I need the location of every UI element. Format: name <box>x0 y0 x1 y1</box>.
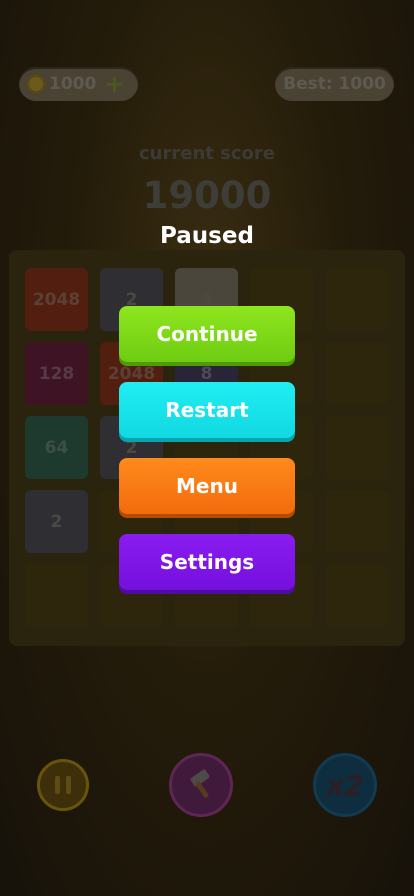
coin-icon <box>27 75 45 93</box>
board-cell <box>25 564 88 627</box>
current-score-value: 19000 <box>142 174 272 217</box>
settings-button[interactable]: Settings <box>119 534 295 590</box>
board-cell <box>325 416 388 479</box>
coin-count: 1000 <box>49 74 97 94</box>
double-powerup-button[interactable]: x2 <box>313 753 377 817</box>
current-score-label: current score <box>139 143 275 164</box>
paused-title: Paused <box>160 223 254 249</box>
pause-icon <box>66 776 71 794</box>
tile-2048: 2048 <box>25 268 88 331</box>
continue-button[interactable]: Continue <box>119 306 295 362</box>
pause-button[interactable] <box>37 759 89 811</box>
board-cell <box>325 342 388 405</box>
menu-button[interactable]: Menu <box>119 458 295 514</box>
add-coins-button[interactable]: + <box>104 72 124 96</box>
game-screen: 1000 + Best: 1000 current score 19000 20… <box>0 0 414 896</box>
hammer-icon <box>190 769 210 798</box>
tile-2: 2 <box>25 490 88 553</box>
best-score-label: Best: 1000 <box>283 74 386 94</box>
best-score-badge: Best: 1000 <box>275 67 394 101</box>
hammer-powerup-button[interactable] <box>169 753 233 817</box>
tile-128: 128 <box>25 342 88 405</box>
board-cell <box>325 268 388 331</box>
x2-label: x2 <box>326 768 364 802</box>
board-cell <box>325 564 388 627</box>
pause-icon <box>55 776 60 794</box>
board-cell <box>325 490 388 553</box>
restart-button[interactable]: Restart <box>119 382 295 438</box>
coin-counter: 1000 + <box>19 67 138 101</box>
tile-64: 64 <box>25 416 88 479</box>
